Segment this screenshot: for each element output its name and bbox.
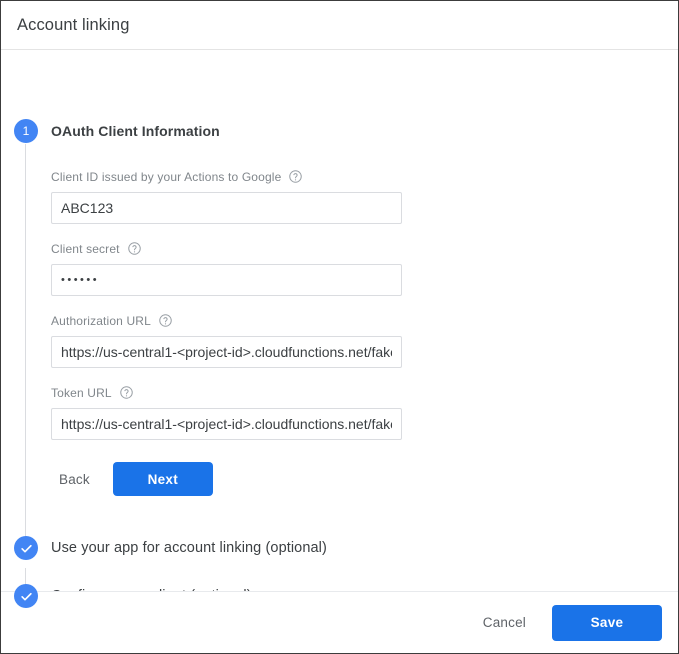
authorization-url-label-row: Authorization URL: [51, 313, 678, 328]
save-button[interactable]: Save: [552, 604, 662, 641]
token-url-label-row: Token URL: [51, 385, 678, 400]
check-icon: [20, 592, 32, 600]
account-linking-dialog: Account linking 1 OAuth Client Informati…: [0, 0, 679, 654]
client-secret-masked-value: ••••••: [61, 274, 100, 286]
field-token-url: Token URL: [51, 385, 678, 440]
stepper-connector-line-1: [25, 144, 26, 540]
step-2-content: Use your app for account linking (option…: [51, 536, 678, 560]
help-circle-icon[interactable]: [127, 241, 142, 256]
oauth-form: Client ID issued by your Actions to Goog…: [51, 143, 678, 496]
step-2-completed-badge: [14, 536, 38, 560]
step-2-heading: Use your app for account linking (option…: [51, 540, 327, 556]
client-id-label-row: Client ID issued by your Actions to Goog…: [51, 169, 678, 184]
step-2-gutter: [1, 536, 51, 560]
step-3-completed-badge: [14, 584, 38, 608]
step-1-content: OAuth Client Information Client ID issue…: [51, 119, 678, 536]
field-authorization-url: Authorization URL: [51, 313, 678, 368]
field-client-id: Client ID issued by your Actions to Goog…: [51, 169, 678, 224]
step-oauth-client-information: 1 OAuth Client Information Client ID iss…: [1, 50, 678, 536]
client-secret-label-row: Client secret: [51, 241, 678, 256]
step-1-heading: OAuth Client Information: [51, 123, 220, 139]
step-1-gutter: 1: [1, 119, 51, 143]
step-1-number: 1: [22, 124, 30, 138]
step-use-your-app-for-account-linking[interactable]: Use your app for account linking (option…: [1, 536, 678, 560]
cancel-button[interactable]: Cancel: [473, 606, 536, 639]
field-client-secret: Client secret ••••••: [51, 241, 678, 296]
help-circle-icon[interactable]: [158, 313, 173, 328]
step-1-number-badge: 1: [14, 119, 38, 143]
stepper-body: 1 OAuth Client Information Client ID iss…: [1, 50, 678, 608]
help-circle-icon[interactable]: [119, 385, 134, 400]
client-id-label: Client ID issued by your Actions to Goog…: [51, 169, 282, 184]
client-secret-label: Client secret: [51, 241, 120, 256]
token-url-input[interactable]: [51, 408, 402, 440]
authorization-url-label: Authorization URL: [51, 313, 151, 328]
authorization-url-input[interactable]: [51, 336, 402, 368]
dialog-header: Account linking: [1, 1, 678, 50]
next-button[interactable]: Next: [112, 462, 213, 496]
page-title: Account linking: [17, 15, 130, 34]
step-1-actions: Back Next: [51, 462, 678, 496]
token-url-label: Token URL: [51, 385, 112, 400]
client-secret-input[interactable]: ••••••: [51, 264, 402, 296]
back-button[interactable]: Back: [51, 464, 98, 495]
help-circle-icon[interactable]: [288, 169, 303, 184]
dialog-footer: Cancel Save: [1, 591, 678, 653]
client-id-input[interactable]: [51, 192, 402, 224]
check-icon: [20, 544, 32, 552]
